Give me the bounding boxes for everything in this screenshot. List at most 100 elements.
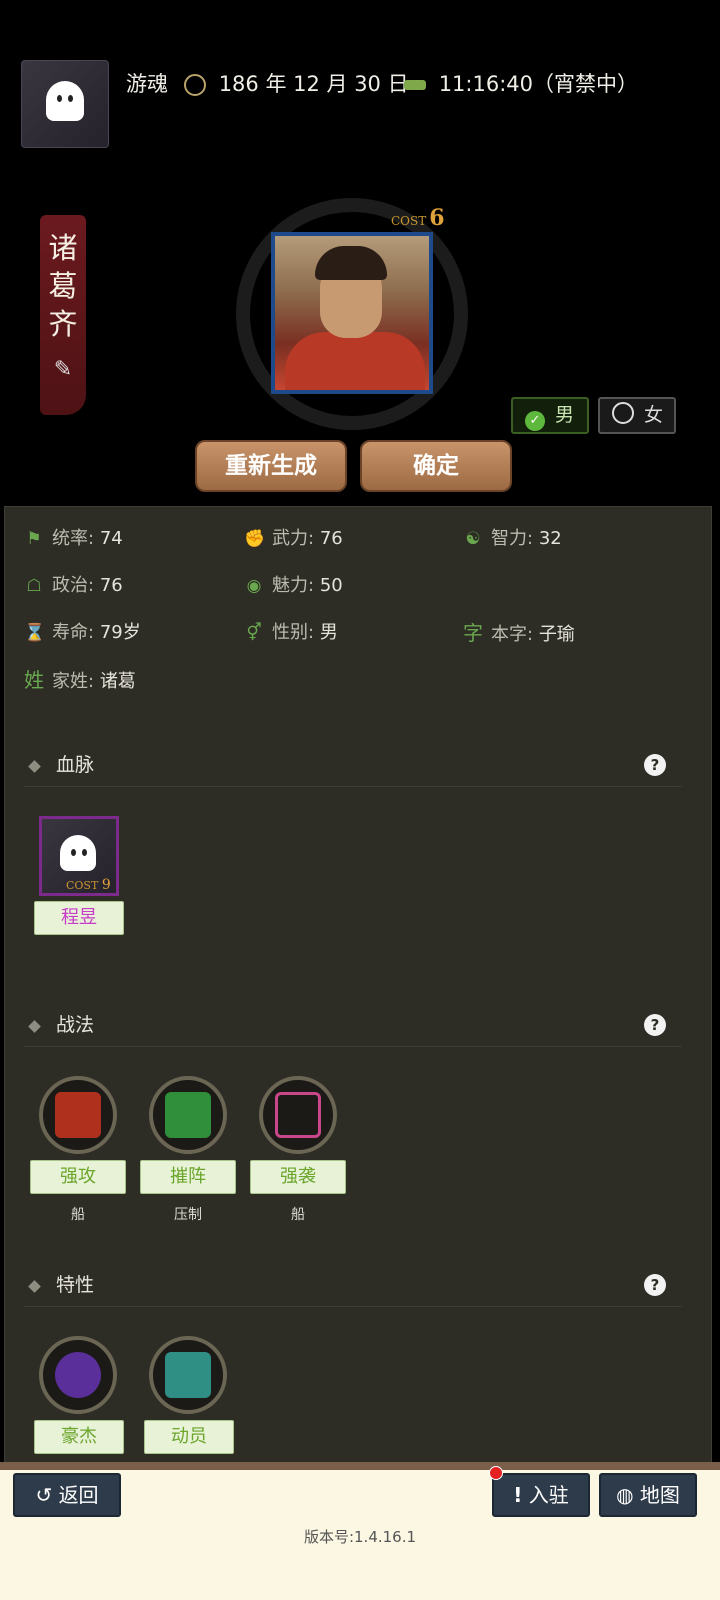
trait-tag[interactable]: 豪杰: [34, 1420, 124, 1454]
tactic-tag[interactable]: 强袭: [250, 1160, 346, 1194]
station-button[interactable]: ! 入驻: [492, 1473, 590, 1517]
stat-value: 76: [319, 528, 343, 549]
arm-icon: ✊: [244, 529, 266, 549]
name-banner[interactable]: 诸 葛 齐 ✎: [40, 215, 86, 415]
eye-icon: ◉: [246, 576, 262, 596]
time-text: 11:16:40（宵禁中）: [438, 72, 639, 96]
lineage-name-tag[interactable]: 程昱: [34, 901, 124, 935]
name-char-2: 葛: [48, 269, 78, 303]
lineage-card[interactable]: COST 9: [39, 816, 119, 896]
gender-icon: ⚥: [246, 623, 262, 643]
hourglass-icon: ⌛: [24, 623, 46, 643]
ghost-avatar-icon: [46, 81, 84, 121]
confirm-button[interactable]: 确定: [360, 440, 512, 492]
game-time: 11:16:40（宵禁中）: [404, 68, 638, 100]
tactic-sub: 船: [71, 1207, 85, 1223]
flag-icon: ⚑: [26, 529, 42, 549]
stat-label: 寿命:: [52, 622, 95, 643]
gender-male-label: 男: [555, 404, 575, 426]
trait-icon-hero-axe[interactable]: [39, 1336, 117, 1414]
map-button[interactable]: ◍ 地图: [599, 1473, 697, 1517]
name-char-3: 齐: [48, 307, 78, 341]
ox-icon: [404, 80, 426, 90]
tactic-icon-strong-attack[interactable]: [39, 1076, 117, 1154]
trait-tag[interactable]: 动员: [144, 1420, 234, 1454]
game-date: 186 年 12 月 30 日: [184, 68, 409, 100]
stat-value: 74: [99, 528, 123, 549]
back-label: 返回: [58, 1483, 99, 1507]
lineage-cost-value: 9: [101, 877, 111, 893]
lineage-cost-label: COST: [66, 879, 99, 892]
exclamation-icon: !: [513, 1483, 523, 1507]
stat-label: 武力:: [272, 528, 315, 549]
gender-female-label: 女: [644, 404, 664, 426]
section-traits: 特性 ?: [24, 1270, 682, 1307]
diamond-icon: [28, 1020, 41, 1033]
regenerate-button[interactable]: 重新生成: [195, 440, 347, 492]
cost-value: 6: [429, 205, 445, 231]
stat-courtesy-name: 字本字: 子瑜: [463, 617, 575, 649]
stat-value: 诸葛: [99, 671, 136, 692]
section-title: 血脉: [56, 754, 95, 776]
stat-value: 男: [319, 622, 338, 643]
stat-value: 76: [99, 575, 123, 596]
stat-force: ✊ 武力: 76: [244, 523, 343, 555]
stat-label: 性别:: [272, 622, 315, 643]
stat-label: 本字:: [491, 624, 534, 645]
tactic-tag[interactable]: 强攻: [30, 1160, 126, 1194]
diamond-icon: [28, 760, 41, 773]
quill-edit-icon[interactable]: ✎: [50, 357, 76, 383]
character-portrait: [271, 232, 433, 394]
date-text: 186 年 12 月 30 日: [218, 72, 409, 96]
section-title: 特性: [56, 1274, 95, 1296]
stat-gender: ⚥ 性别: 男: [244, 617, 338, 649]
brain-icon: ☯: [465, 529, 481, 549]
details-panel: [4, 506, 712, 1468]
stat-politics: ☖ 政治: 76: [24, 570, 123, 602]
xing-char-icon: 姓: [24, 668, 44, 692]
stat-charm: ◉ 魅力: 50: [244, 570, 343, 602]
tactic-sub: 船: [291, 1207, 305, 1223]
trait-icon-mobilize-flag[interactable]: [149, 1336, 227, 1414]
stat-lifespan: ⌛ 寿命: 79岁: [24, 617, 141, 649]
back-button[interactable]: ↺ 返回: [13, 1473, 121, 1517]
player-name: 游魂: [126, 72, 168, 96]
section-title: 战法: [56, 1014, 95, 1036]
tactic-tag[interactable]: 摧阵: [140, 1160, 236, 1194]
tactic-icon-strong-raid[interactable]: [259, 1076, 337, 1154]
tactic-sub: 压制: [174, 1207, 202, 1223]
map-label: 地图: [639, 1483, 680, 1507]
stat-label: 魅力:: [272, 575, 315, 596]
lineage-cost: COST 9: [66, 877, 111, 893]
cost-label: COST: [391, 214, 427, 228]
section-tactics: 战法 ?: [24, 1010, 682, 1047]
calendar-icon: [184, 74, 206, 96]
stat-value: 79岁: [99, 622, 141, 643]
zi-char-icon: 字: [463, 621, 483, 645]
player-avatar[interactable]: [21, 60, 109, 148]
section-lineage: 血脉 ?: [24, 750, 682, 787]
gender-male-option[interactable]: ✓ 男: [511, 397, 589, 434]
help-icon[interactable]: ?: [644, 1274, 666, 1296]
globe-icon: ◍: [616, 1483, 634, 1507]
stat-value: 50: [319, 575, 343, 596]
stat-label: 统率:: [52, 528, 95, 549]
stat-label: 家姓:: [52, 671, 95, 692]
back-arrow-icon: ↺: [35, 1483, 53, 1507]
station-label: 入驻: [528, 1483, 569, 1507]
help-icon[interactable]: ?: [644, 754, 666, 776]
stat-command: ⚑ 统率: 74: [24, 523, 123, 555]
stat-intel: ☯ 智力: 32: [463, 523, 561, 555]
name-char-1: 诸: [48, 231, 78, 265]
stat-label: 智力:: [491, 528, 534, 549]
tactic-icon-break-formation[interactable]: [149, 1076, 227, 1154]
gender-female-option[interactable]: 女: [598, 397, 676, 434]
notification-dot: [489, 1466, 503, 1480]
stat-surname: 姓家姓: 诸葛: [24, 664, 136, 696]
bag-icon: ☖: [26, 576, 42, 596]
cost-badge: COST 6: [391, 205, 445, 231]
diamond-icon: [28, 1280, 41, 1293]
stat-value: 子瑜: [538, 624, 575, 645]
help-icon[interactable]: ?: [644, 1014, 666, 1036]
ghost-avatar-icon: [60, 835, 96, 871]
